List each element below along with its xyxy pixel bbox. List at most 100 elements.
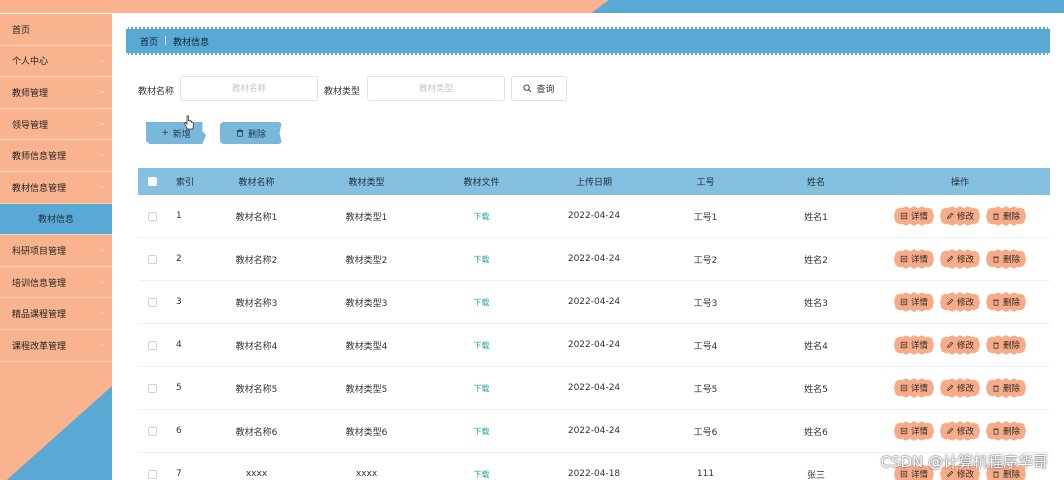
checkbox-box	[147, 254, 157, 264]
sidebar: 首页 个人中心教师管理领导管理教师信息管理教材信息管理教材信息科研项目管理培训信息…	[0, 14, 112, 480]
delete-button[interactable]: 删除	[986, 206, 1027, 226]
batch-delete-button[interactable]: 删除	[220, 122, 282, 144]
cell-type: xxxx	[355, 469, 378, 479]
detail-label: 详情	[910, 341, 928, 351]
table-header: 索引 教材名称 教材类型 教材文件 上传日期 工号 姓名 操作	[138, 168, 1050, 195]
cell-index: 5	[176, 383, 182, 393]
type-search-input[interactable]	[367, 76, 505, 101]
sidebar-item-label: 教师信息管理	[12, 152, 67, 163]
sidebar-item-6[interactable]: 教材信息	[0, 203, 112, 236]
pencil-icon	[947, 341, 954, 348]
edit-button[interactable]: 修改	[939, 249, 980, 269]
checkbox-box	[147, 340, 157, 350]
edit-button[interactable]: 修改	[939, 421, 980, 441]
add-button[interactable]: + 新增	[146, 122, 206, 144]
cell-person-name: 张三	[806, 470, 825, 480]
detail-button[interactable]: 详情	[893, 421, 934, 441]
cell-staff-no: 工号5	[693, 384, 718, 395]
column-header: 索引	[176, 178, 195, 188]
cell-name: 教材名称2	[235, 255, 278, 266]
pencil-icon	[947, 212, 954, 219]
watermark: CSDN @计算机程序华哥	[880, 453, 1048, 471]
sidebar-item-0[interactable]: 首页	[0, 14, 112, 46]
chevron-down-icon	[99, 122, 105, 126]
delete-button[interactable]: 删除	[986, 421, 1027, 441]
cell-date: 2022-04-24	[567, 211, 621, 221]
sidebar-item-label: 教师管理	[12, 88, 49, 99]
delete-label: 删除	[1003, 427, 1021, 437]
sidebar-item-3[interactable]: 领导管理	[0, 109, 112, 141]
sidebar-item-8[interactable]: 培训信息管理	[0, 267, 112, 299]
detail-button[interactable]: 详情	[893, 335, 934, 355]
name-search-input[interactable]	[180, 76, 318, 101]
breadcrumb-home[interactable]: 首页	[140, 35, 158, 48]
download-link[interactable]: 下载	[474, 470, 490, 479]
sidebar-item-7[interactable]: 科研项目管理	[0, 235, 112, 267]
cell-type: 教材类型3	[345, 298, 388, 309]
download-link[interactable]: 下载	[474, 341, 490, 350]
cell-date: 2022-04-24	[567, 340, 621, 350]
download-link[interactable]: 下载	[474, 427, 490, 436]
row-checkbox[interactable]	[138, 297, 166, 307]
cell-staff-no: 工号3	[693, 298, 718, 309]
chevron-down-icon	[99, 280, 105, 284]
column-header: 操作	[950, 178, 969, 188]
edit-label: 修改	[956, 212, 974, 222]
sidebar-item-2[interactable]: 教师管理	[0, 77, 112, 109]
delete-button[interactable]: 删除	[986, 378, 1027, 398]
sidebar-item-label: 科研项目管理	[12, 246, 67, 257]
detail-button[interactable]: 详情	[893, 292, 934, 312]
delete-button[interactable]: 删除	[986, 249, 1027, 269]
row-checkbox[interactable]	[138, 426, 166, 436]
query-button[interactable]: 查询	[511, 76, 567, 101]
edit-button[interactable]: 修改	[939, 206, 980, 226]
cell-actions: 详情 修改 删除	[870, 292, 1050, 312]
sidebar-item-label: 精品课程管理	[12, 310, 67, 321]
row-checkbox[interactable]	[138, 254, 166, 264]
edit-button[interactable]: 修改	[939, 335, 980, 355]
chevron-down-icon	[99, 90, 105, 94]
row-checkbox[interactable]	[138, 211, 166, 221]
column-header: 上传日期	[575, 178, 612, 188]
download-link[interactable]: 下载	[474, 384, 490, 393]
column-header: 教材文件	[463, 178, 500, 188]
detail-button[interactable]: 详情	[893, 378, 934, 398]
delete-label: 删除	[1003, 212, 1021, 222]
sidebar-item-4[interactable]: 教师信息管理	[0, 140, 112, 172]
sidebar-item-10[interactable]: 课程改革管理	[0, 330, 112, 362]
checkbox-box	[147, 469, 157, 479]
chevron-down-icon	[99, 153, 105, 158]
download-link[interactable]: 下载	[474, 212, 490, 221]
search-icon	[523, 84, 532, 93]
row-checkbox[interactable]	[138, 383, 166, 393]
sidebar-item-1[interactable]: 个人中心	[0, 46, 112, 78]
detail-label: 详情	[910, 384, 928, 394]
trash-icon	[993, 342, 999, 349]
table-row: 4 教材名称4 教材类型4 下载 2022-04-24 工号4 姓名4 详情 修改 删除	[138, 324, 1050, 367]
sidebar-item-9[interactable]: 精品课程管理	[0, 298, 112, 330]
sidebar-item-5[interactable]: 教材信息管理	[0, 172, 112, 204]
cell-name: xxxx	[245, 469, 268, 479]
chevron-down-icon	[99, 311, 105, 316]
download-link[interactable]: 下载	[474, 298, 490, 307]
cell-actions: 详情 修改 删除	[870, 378, 1050, 398]
trash-icon	[236, 129, 244, 137]
select-all-checkbox[interactable]	[138, 177, 166, 186]
cell-person-name: 姓名2	[804, 255, 828, 266]
breadcrumb-separator: |	[164, 36, 168, 46]
download-link[interactable]: 下载	[474, 255, 490, 264]
sidebar-item-label: 教材信息	[37, 215, 74, 226]
row-checkbox[interactable]	[138, 340, 166, 350]
edit-button[interactable]: 修改	[939, 378, 980, 398]
detail-button[interactable]: 详情	[893, 206, 934, 226]
delete-button[interactable]: 删除	[986, 335, 1027, 355]
column-header: 工号	[696, 178, 715, 188]
edit-button[interactable]: 修改	[939, 292, 980, 312]
detail-button[interactable]: 详情	[893, 249, 934, 269]
edit-label: 修改	[956, 298, 974, 308]
cell-file: 下载	[424, 211, 539, 222]
cell-name: 教材名称4	[235, 341, 278, 352]
delete-button[interactable]: 删除	[986, 292, 1027, 312]
pencil-icon	[947, 255, 954, 262]
row-checkbox[interactable]	[138, 469, 166, 479]
